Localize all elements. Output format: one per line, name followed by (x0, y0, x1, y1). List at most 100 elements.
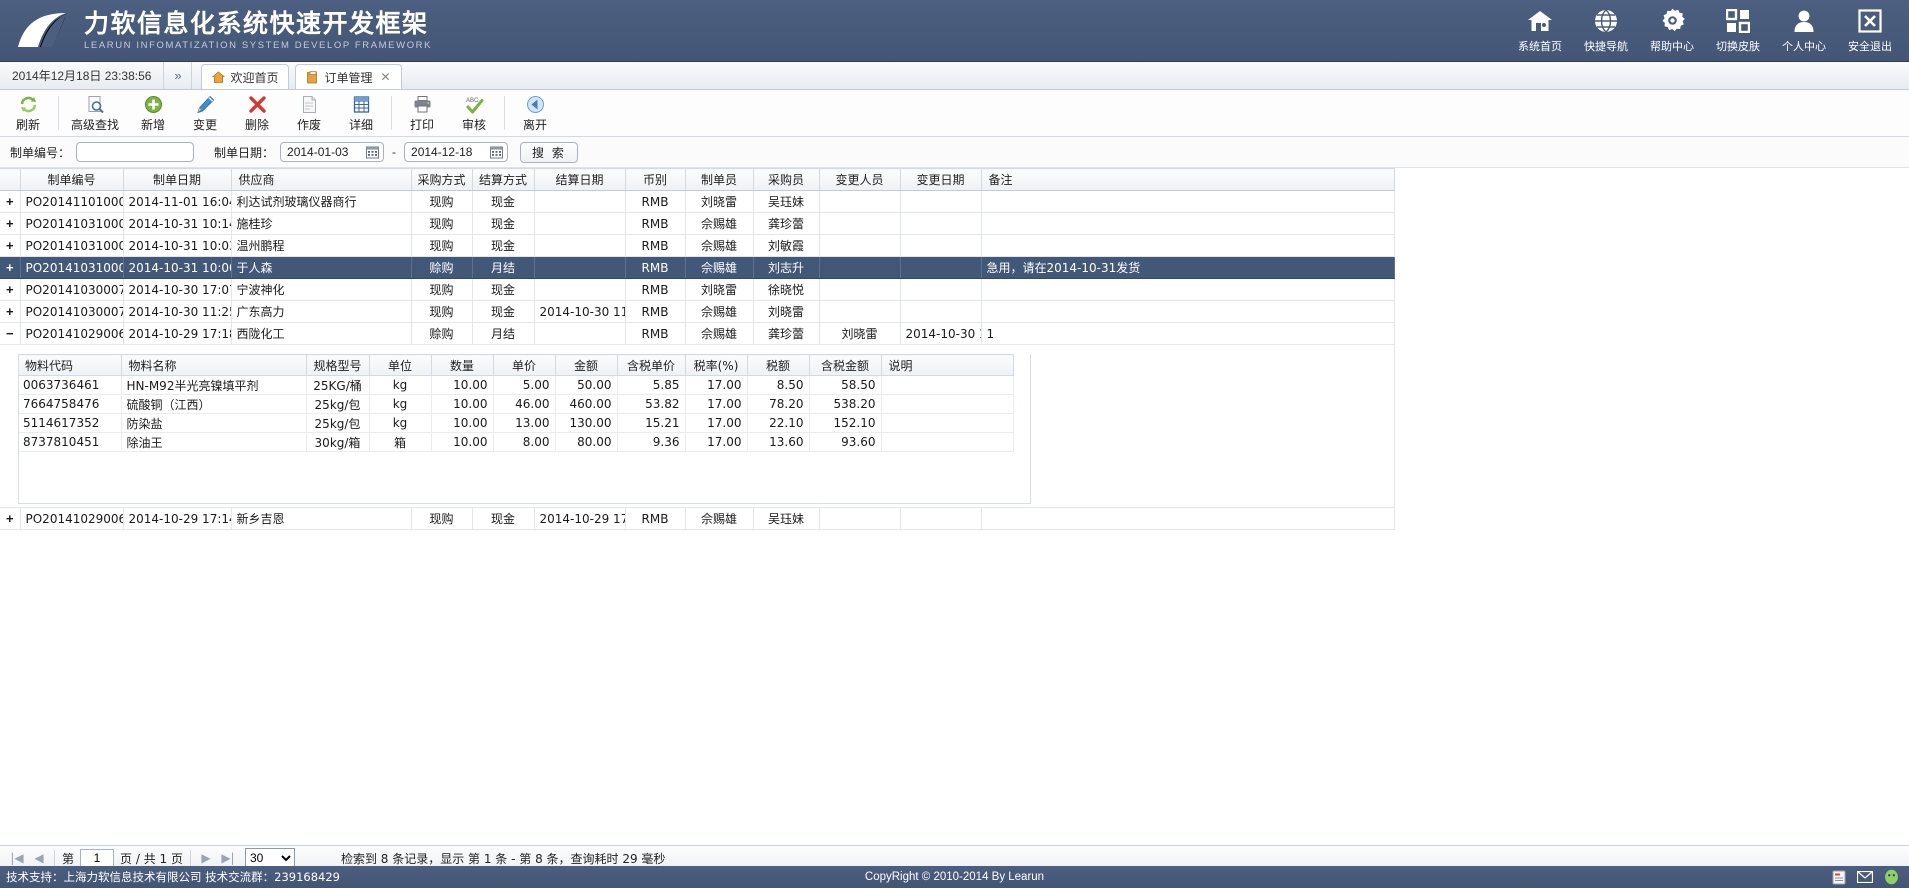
tab-close-icon[interactable]: ✕ (380, 70, 390, 84)
dcol-material-name[interactable]: 物料名称 (121, 354, 307, 376)
col-creator[interactable]: 制单员 (685, 168, 754, 191)
void-button[interactable]: 作废 (283, 91, 335, 136)
date-to-field[interactable] (404, 142, 509, 162)
dcell-tax-total: 93.60 (809, 432, 882, 452)
table-row[interactable]: + PO201410300076 2014-10-30 17:07 宁波神化 现… (0, 278, 1395, 301)
row-expand-toggle[interactable]: + (0, 212, 21, 235)
detail-table-row[interactable]: 8737810451 除油王 30kg/箱 箱 10.00 8.00 80.00… (18, 432, 1014, 452)
table-row-selected[interactable]: + PO201410310001 2014-10-31 10:00 于人森 赊购… (0, 256, 1395, 279)
date-from-field[interactable] (280, 142, 385, 162)
tab-welcome[interactable]: 欢迎首页 (201, 64, 290, 89)
date-to-input[interactable] (409, 144, 484, 160)
detail-panel: 物料代码 物料名称 规格型号 单位 数量 单价 金额 含税单价 税率(%) 税额… (0, 345, 1393, 507)
row-expand-toggle[interactable]: + (0, 256, 21, 279)
qq-icon[interactable] (1883, 869, 1899, 885)
notepad-icon[interactable] (1831, 869, 1847, 885)
dcol-price[interactable]: 单价 (493, 354, 556, 376)
nav-item-home[interactable]: 系统首页 (1507, 2, 1573, 60)
edit-pencil-icon (196, 94, 215, 114)
print-button[interactable]: 打印 (396, 91, 448, 136)
dcell-note (881, 432, 1014, 452)
cell-order-date: 2014-10-31 10:00 (123, 256, 232, 279)
dcol-qty[interactable]: 数量 (431, 354, 494, 376)
order-no-input[interactable] (76, 142, 195, 162)
calendar-icon[interactable] (366, 146, 380, 159)
dcol-tax-rate[interactable]: 税率(%) (685, 354, 748, 376)
col-purchase-type[interactable]: 采购方式 (411, 168, 473, 191)
table-row[interactable]: + PO201410300073 2014-10-30 11:25 广东高力 现… (0, 300, 1395, 323)
tab-order-management[interactable]: 订单管理 ✕ (295, 64, 402, 89)
exit-icon (1858, 8, 1882, 34)
leave-button[interactable]: 离开 (509, 91, 561, 136)
row-expand-toggle[interactable]: + (0, 190, 21, 213)
dcol-spec[interactable]: 规格型号 (306, 354, 370, 376)
col-settle-date[interactable]: 结算日期 (534, 168, 626, 191)
col-settle-type[interactable]: 结算方式 (472, 168, 535, 191)
col-order-date[interactable]: 制单日期 (123, 168, 232, 191)
refresh-button[interactable]: 刷新 (2, 91, 54, 136)
page-number-input[interactable] (80, 849, 115, 867)
dcol-tax-total[interactable]: 含税金额 (809, 354, 882, 376)
detail-table-row[interactable]: 0063736461 HN-M92半光亮镍填平剂 25KG/桶 kg 10.00… (18, 375, 1014, 395)
table-row[interactable]: + PO201410310002 2014-10-31 10:03 温州鹏程 现… (0, 234, 1395, 257)
order-grid-container: 制单编号 制单日期 供应商 采购方式 结算方式 结算日期 币别 制单员 采购员 … (0, 168, 1909, 530)
page-size-select[interactable]: 30 (244, 848, 295, 868)
pager-separator-1 (54, 850, 55, 866)
col-changer[interactable]: 变更人员 (819, 168, 901, 191)
detail-table-row[interactable]: 7664758476 硫酸铜（江西） 25kg/包 kg 10.00 46.00… (18, 394, 1014, 414)
dcol-tax-price[interactable]: 含税单价 (617, 354, 686, 376)
tab-scroll-right-button[interactable]: » (164, 62, 193, 89)
date-from-input[interactable] (285, 144, 360, 160)
cell-purchase-type: 现购 (411, 212, 473, 235)
nav-item-help[interactable]: 帮助中心 (1639, 2, 1705, 60)
table-row[interactable]: + PO201411010002 2014-11-01 16:04 利达试剂玻璃… (0, 190, 1395, 213)
row-expand-toggle[interactable]: + (0, 300, 21, 323)
row-expand-toggle[interactable]: + (0, 234, 21, 257)
calendar-icon[interactable] (490, 146, 504, 159)
dcol-note[interactable]: 说明 (881, 354, 1014, 376)
col-supplier[interactable]: 供应商 (231, 168, 412, 191)
change-button[interactable]: 变更 (179, 91, 231, 136)
dcell-material-code: 5114617352 (18, 413, 122, 433)
nav-item-skin[interactable]: 切换皮肤 (1705, 2, 1771, 60)
col-buyer[interactable]: 采购员 (753, 168, 820, 191)
cell-currency: RMB (625, 278, 686, 301)
approve-button[interactable]: ABC 审核 (448, 91, 500, 136)
table-row-expanded[interactable]: − PO201410290066 2014-10-29 17:18 西陇化工 赊… (0, 322, 1395, 345)
dcol-material-code[interactable]: 物料代码 (18, 354, 122, 376)
dcol-amount[interactable]: 金额 (555, 354, 618, 376)
search-button[interactable]: 搜 索 (520, 141, 578, 163)
nav-label-quicknav: 快捷导航 (1584, 39, 1628, 53)
dcell-material-name: 除油王 (121, 432, 307, 452)
mail-icon[interactable] (1857, 869, 1873, 885)
dcol-unit[interactable]: 单位 (369, 354, 432, 376)
table-row[interactable]: + PO201410290065 2014-10-29 17:14 新乡吉恩 现… (0, 507, 1395, 530)
cell-settle-date (534, 322, 626, 345)
col-remark[interactable]: 备注 (981, 168, 1395, 191)
nav-item-logout[interactable]: 安全退出 (1837, 2, 1903, 60)
dcol-tax-amount[interactable]: 税额 (747, 354, 810, 376)
delete-button[interactable]: 删除 (231, 91, 283, 136)
cell-creator: 佘赐雄 (685, 256, 754, 279)
nav-item-profile[interactable]: 个人中心 (1771, 2, 1837, 60)
dcell-note (881, 375, 1014, 395)
toolbar-separator-1 (58, 96, 59, 130)
dcell-amount: 80.00 (555, 432, 618, 452)
detail-button[interactable]: 详细 (335, 91, 387, 136)
pager-status-text: 检索到 8 条记录，显示 第 1 条 - 第 8 条，查询耗时 29 毫秒 (340, 851, 666, 866)
row-collapse-toggle[interactable]: − (0, 322, 21, 345)
dcell-tax-total: 152.10 (809, 413, 882, 433)
row-expand-toggle[interactable]: + (0, 278, 21, 301)
person-icon (1793, 8, 1815, 34)
col-currency[interactable]: 币别 (625, 168, 686, 191)
cell-supplier: 新乡吉恩 (231, 507, 412, 530)
nav-item-quicknav[interactable]: 快捷导航 (1573, 2, 1639, 60)
row-expand-toggle[interactable]: + (0, 507, 21, 530)
col-change-date[interactable]: 变更日期 (900, 168, 982, 191)
table-row[interactable]: + PO201410310003 2014-10-31 10:14 施桂珍 现购… (0, 212, 1395, 235)
col-order-no[interactable]: 制单编号 (20, 168, 124, 191)
advanced-search-button[interactable]: 高级查找 (63, 91, 127, 136)
dcell-amount: 130.00 (555, 413, 618, 433)
add-button[interactable]: 新增 (127, 91, 179, 136)
detail-table-row[interactable]: 5114617352 防染盐 25kg/包 kg 10.00 13.00 130… (18, 413, 1014, 433)
